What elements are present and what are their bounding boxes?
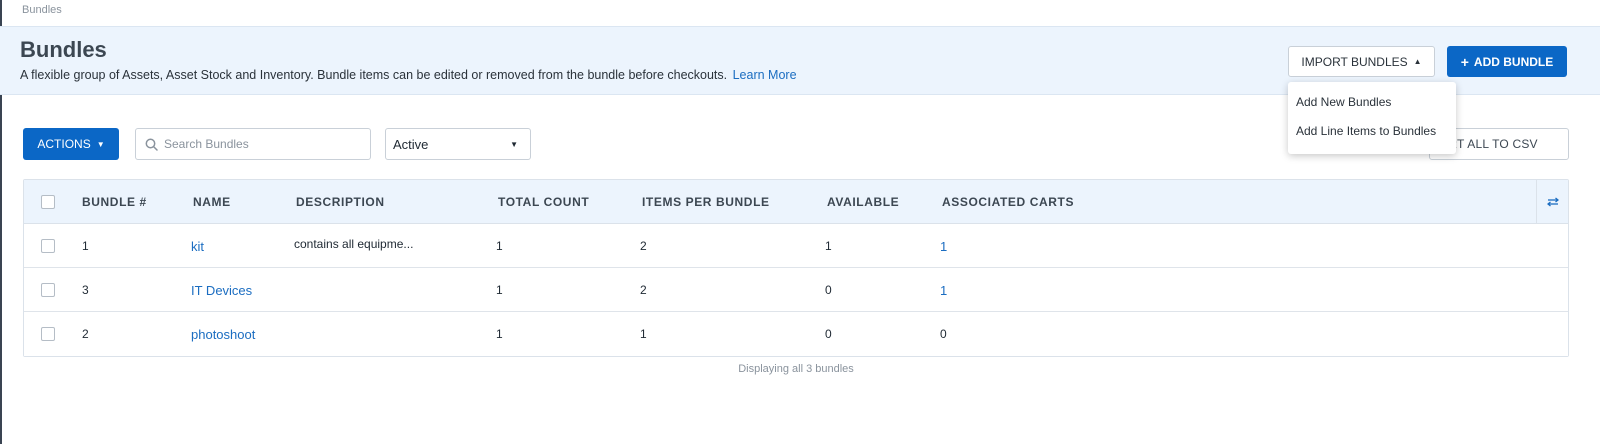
caret-down-icon: ▼: [510, 139, 518, 149]
cell-available: 0: [825, 327, 832, 341]
search-input[interactable]: [164, 137, 354, 151]
status-filter-select[interactable]: Active ▼: [385, 128, 531, 160]
column-settings-button[interactable]: [1536, 180, 1568, 224]
caret-up-icon: ▲: [1413, 57, 1422, 66]
row-checkbox[interactable]: [41, 239, 55, 253]
cell-associated-carts-link[interactable]: 1: [940, 224, 947, 268]
column-header-name[interactable]: NAME: [193, 180, 231, 224]
import-bundles-dropdown: Add New Bundles Add Line Items to Bundle…: [1288, 82, 1456, 154]
cell-bundle-number: 1: [82, 239, 89, 253]
actions-label: ACTIONS: [37, 137, 91, 151]
cell-total-count: 1: [496, 283, 503, 297]
menu-item-add-new-bundles[interactable]: Add New Bundles: [1288, 88, 1456, 117]
cell-name-link[interactable]: photoshoot: [191, 312, 255, 356]
column-header-total-count[interactable]: TOTAL COUNT: [498, 180, 589, 224]
table-row: 3 IT Devices 1 2 0 1: [24, 268, 1568, 312]
row-checkbox[interactable]: [41, 327, 55, 341]
select-all-cell: [41, 180, 55, 224]
plus-icon: +: [1460, 53, 1469, 70]
table-header: BUNDLE # NAME DESCRIPTION TOTAL COUNT IT…: [24, 180, 1568, 224]
table-footer-count: Displaying all 3 bundles: [738, 363, 854, 375]
cell-items-per-bundle: 1: [640, 327, 647, 341]
add-bundle-label: ADD BUNDLE: [1473, 54, 1554, 69]
cell-total-count: 1: [496, 239, 503, 253]
table-row: 1 kit contains all equipme... 1 2 1 1: [24, 224, 1568, 268]
page-description-text: A flexible group of Assets, Asset Stock …: [20, 68, 728, 82]
cell-bundle-number: 2: [82, 327, 89, 341]
cell-available: 0: [825, 283, 832, 297]
breadcrumb[interactable]: Bundles: [22, 4, 62, 16]
search-box: [135, 128, 371, 160]
row-select-cell: [41, 268, 55, 312]
column-header-associated-carts[interactable]: ASSOCIATED CARTS: [942, 180, 1074, 224]
column-header-available[interactable]: AVAILABLE: [827, 180, 899, 224]
cell-items-per-bundle: 2: [640, 239, 647, 253]
cell-associated-carts: 0: [940, 327, 947, 341]
cell-items-per-bundle: 2: [640, 283, 647, 297]
column-header-description[interactable]: DESCRIPTION: [296, 180, 385, 224]
row-select-cell: [41, 224, 55, 268]
page-title: Bundles: [20, 37, 107, 62]
menu-item-add-line-items[interactable]: Add Line Items to Bundles: [1288, 117, 1456, 146]
actions-button[interactable]: ACTIONS ▼: [23, 128, 119, 160]
table-row: 2 photoshoot 1 1 0 0: [24, 312, 1568, 356]
status-filter-value: Active: [393, 136, 429, 152]
page-description: A flexible group of Assets, Asset Stock …: [20, 68, 797, 82]
add-bundle-button[interactable]: + ADD BUNDLE: [1447, 46, 1567, 77]
import-bundles-button[interactable]: IMPORT BUNDLES ▲: [1288, 46, 1435, 77]
bundles-table: BUNDLE # NAME DESCRIPTION TOTAL COUNT IT…: [23, 179, 1569, 357]
cell-description: contains all equipme...: [294, 237, 414, 251]
row-select-cell: [41, 312, 55, 356]
column-header-bundle-number[interactable]: BUNDLE #: [82, 180, 147, 224]
cell-name-link[interactable]: kit: [191, 224, 204, 268]
search-icon: [145, 138, 158, 151]
cell-available: 1: [825, 239, 832, 253]
select-all-checkbox[interactable]: [41, 195, 55, 209]
cell-bundle-number: 3: [82, 283, 89, 297]
column-header-items-per-bundle[interactable]: ITEMS PER BUNDLE: [642, 180, 770, 224]
column-settings-icon: [1546, 197, 1559, 207]
import-bundles-label: IMPORT BUNDLES: [1301, 54, 1408, 69]
caret-down-icon: ▼: [96, 139, 105, 149]
cell-total-count: 1: [496, 327, 503, 341]
learn-more-link[interactable]: Learn More: [733, 68, 797, 82]
row-checkbox[interactable]: [41, 283, 55, 297]
cell-name-link[interactable]: IT Devices: [191, 268, 252, 312]
cell-associated-carts-link[interactable]: 1: [940, 268, 947, 312]
